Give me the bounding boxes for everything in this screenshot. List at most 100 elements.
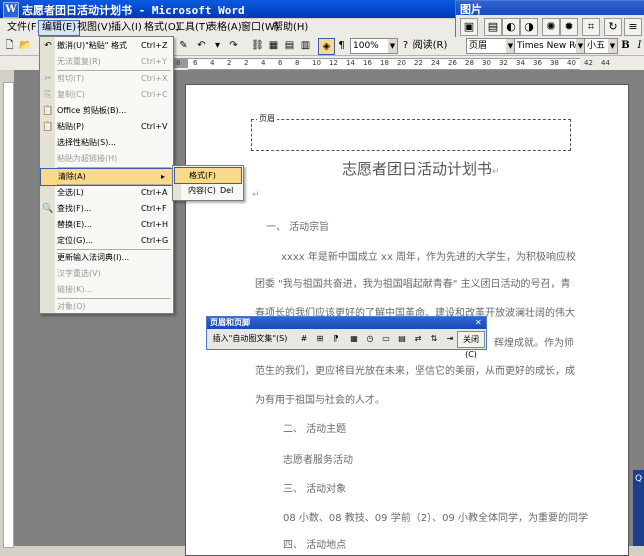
ruler-tick-label: 28 xyxy=(465,59,474,67)
undo-icon: ↶ xyxy=(44,41,52,51)
help-icon[interactable]: ? xyxy=(398,38,413,53)
edit-menu-item-shortcut: Ctrl+C xyxy=(141,90,168,99)
undo-dropdown-icon[interactable]: ▾ xyxy=(210,38,225,53)
edit-menu-item[interactable]: 📋 粘贴(P) Ctrl+V xyxy=(40,119,173,135)
edit-menu-item[interactable]: 🔍 查找(F)... Ctrl+F xyxy=(40,201,173,217)
edit-menu-item[interactable]: 更新输入法词典(I)... xyxy=(40,250,173,266)
bold-button[interactable]: B xyxy=(618,38,633,53)
edit-menu-item[interactable]: 定位(G)... Ctrl+G xyxy=(40,233,173,249)
drawing-icon[interactable]: ◈ xyxy=(318,38,335,55)
ruler-tick-label: 8 xyxy=(176,59,181,67)
vertical-ruler xyxy=(3,82,14,548)
zoom-select[interactable]: 100% ▼ xyxy=(350,38,398,54)
header-label: 页眉 xyxy=(257,113,277,124)
edit-menu-item-label: 链接(K)... xyxy=(57,285,93,294)
crop-icon[interactable]: ⌗ xyxy=(582,18,600,36)
task-pane-edge: Q xyxy=(633,470,644,546)
ruler-tick-label: 2 xyxy=(227,59,232,67)
ruler-tick-label: 42 xyxy=(584,59,593,67)
clear-submenu-item[interactable]: 格式(F) xyxy=(174,167,242,184)
picture-toolbar-title: 图片 xyxy=(460,3,482,16)
style-select[interactable]: 页眉 ▼ xyxy=(466,38,516,54)
edit-menu-item-label: 粘贴(P) xyxy=(57,122,85,131)
menu-insert[interactable]: 插入(I) xyxy=(108,21,145,35)
open-icon[interactable]: 📂 xyxy=(18,38,33,53)
brightness-up-icon[interactable]: ✺ xyxy=(542,18,560,36)
edit-menu-item[interactable]: ↶ 撤消(U)"粘贴" 格式 Ctrl+Z xyxy=(40,38,173,54)
close-toolbar-icon[interactable]: ✕ xyxy=(475,317,482,329)
format-painter-icon[interactable]: ✎ xyxy=(176,38,191,53)
copy-icon: ⎘ xyxy=(44,90,52,100)
brightness-down-icon[interactable]: ✹ xyxy=(560,18,578,36)
same-as-previous-icon[interactable]: ⇄ xyxy=(411,331,425,346)
insert-page-count-icon[interactable]: ⊞ xyxy=(313,331,327,346)
doc-line-10: 08 小数、08 教技、09 学前（2）、09 小教全体同学，为重要的同学 xyxy=(283,513,588,524)
close-button[interactable]: 关闭(C) xyxy=(457,331,485,359)
menu-help[interactable]: 帮助(H) xyxy=(270,21,311,35)
switch-header-footer-icon[interactable]: ⇅ xyxy=(427,331,441,346)
insert-picture-icon[interactable]: ▣ xyxy=(460,18,478,36)
paragraph-mark-icon: ↵ xyxy=(492,167,500,177)
doc-line-8: 志愿者服务活动 xyxy=(283,455,353,466)
document-title: 志愿者团日活动计划书↵ xyxy=(342,158,500,179)
header-footer-toolbar-header[interactable]: 页眉和页脚 ✕ xyxy=(207,317,486,329)
ruler-tick-label: 6 xyxy=(278,59,283,67)
edit-menu-item-shortcut: Ctrl+H xyxy=(141,220,168,229)
header-area[interactable] xyxy=(251,119,571,151)
contrast-up-icon[interactable]: ◐ xyxy=(502,18,520,36)
edit-menu-item: ✂ 剪切(T) Ctrl+X xyxy=(40,71,173,87)
section-heading-1: 一、 活动宗旨 xyxy=(266,222,330,233)
contrast-down-icon[interactable]: ◑ xyxy=(520,18,538,36)
edit-menu-item-label: Office 剪贴板(B)... xyxy=(57,106,127,115)
paragraph-mark-icon: ↵ xyxy=(252,190,260,200)
edit-menu-item[interactable]: 📋 Office 剪贴板(B)... xyxy=(40,103,173,119)
format-page-number-icon[interactable]: ⁋ xyxy=(329,331,343,346)
font-size-select[interactable]: 小五 ▼ xyxy=(584,38,618,54)
edit-menu-item-label: 全选(L) xyxy=(57,188,84,197)
show-hide-icon[interactable]: ¶ xyxy=(334,38,349,53)
edit-menu-item-label: 对象(O) xyxy=(57,302,86,311)
tables-borders-icon[interactable]: ▦ xyxy=(266,38,281,53)
undo-icon[interactable]: ↶ xyxy=(194,38,209,53)
page-setup-icon[interactable]: ▭ xyxy=(379,331,393,346)
edit-menu-item-shortcut: Ctrl+A xyxy=(141,188,168,197)
italic-button[interactable]: I xyxy=(632,38,644,53)
insert-autotext-button[interactable]: 插入"自动图文集"(S) xyxy=(211,331,289,346)
insert-table-icon[interactable]: ▤ xyxy=(282,38,297,53)
show-hide-text-icon[interactable]: ▤ xyxy=(395,331,409,346)
ruler-tick-label: 20 xyxy=(397,59,406,67)
edit-menu-item-label: 替换(E)... xyxy=(57,220,92,229)
insert-excel-icon[interactable]: ▥ xyxy=(298,38,313,53)
clear-submenu-item[interactable]: 内容(C) Del xyxy=(174,183,242,198)
rotate-icon[interactable]: ↻ xyxy=(604,18,622,36)
ruler-tick-label: 36 xyxy=(533,59,542,67)
ruler-tick-label: 18 xyxy=(380,59,389,67)
clipboard-icon: 📋 xyxy=(42,106,54,116)
edit-menu-item-shortcut: Ctrl+Y xyxy=(141,57,167,66)
new-document-icon[interactable]: 🗋 xyxy=(2,38,17,53)
ruler-tick-label: 40 xyxy=(567,59,576,67)
picture-toolbar-header[interactable]: 图片 xyxy=(456,1,644,16)
zoom-value: 100% xyxy=(353,41,379,51)
insert-date-icon[interactable]: ▦ xyxy=(347,331,361,346)
ruler-tick-label: 22 xyxy=(414,59,423,67)
font-select[interactable]: Times New Roman▼ xyxy=(514,38,586,54)
edit-menu-item[interactable]: 全选(L) Ctrl+A xyxy=(40,185,173,201)
read-button[interactable]: 阅读(R) xyxy=(412,38,448,53)
ruler-tick-label: 38 xyxy=(550,59,559,67)
redo-icon[interactable]: ↷ xyxy=(226,38,241,53)
edit-menu-item-label: 汉字重选(V) xyxy=(57,269,101,278)
edit-menu-item: 粘贴为超链接(H) xyxy=(40,151,173,167)
show-next-icon[interactable]: ⇥ xyxy=(443,331,457,346)
color-icon[interactable]: ▤ xyxy=(484,18,502,36)
cut-icon: ✂ xyxy=(44,74,52,84)
hyperlink-icon[interactable]: ⛓ xyxy=(250,38,265,53)
edit-menu-item[interactable]: 选择性粘贴(S)... xyxy=(40,135,173,151)
ruler-tick-label: 6 xyxy=(193,59,198,67)
insert-time-icon[interactable]: ◷ xyxy=(363,331,377,346)
ruler-tick-label: 16 xyxy=(363,59,372,67)
edit-menu-item[interactable]: 替换(E)... Ctrl+H xyxy=(40,217,173,233)
edit-menu-item-label: 查找(F)... xyxy=(57,204,92,213)
insert-page-number-icon[interactable]: # xyxy=(297,331,311,346)
line-style-icon[interactable]: ≡ xyxy=(624,18,642,36)
